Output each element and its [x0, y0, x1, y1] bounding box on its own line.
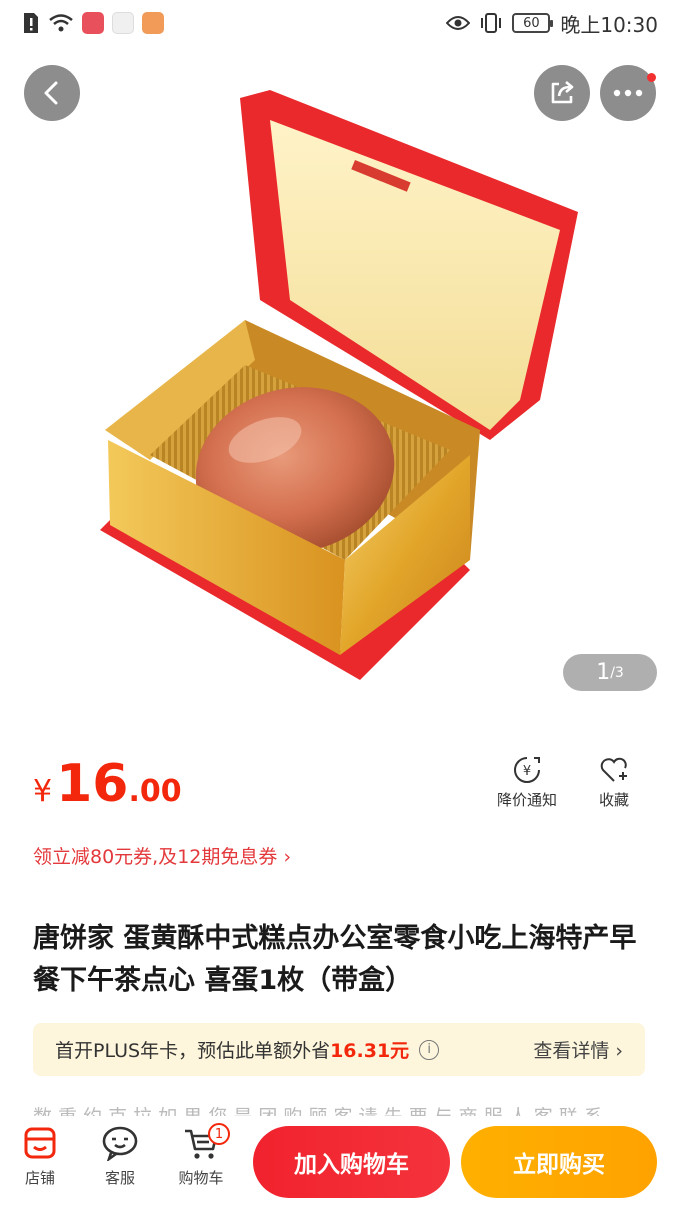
cart-count-badge: 1 [208, 1123, 230, 1145]
price-drop-label: 降价通知 [496, 791, 557, 809]
price: ¥ 16 .00 [33, 754, 182, 814]
info-icon[interactable]: i [419, 1039, 440, 1060]
notification-dot [647, 73, 656, 82]
store-label: 店铺 [24, 1169, 55, 1187]
add-to-cart-button[interactable]: 加入购物车 [253, 1126, 450, 1198]
clock: 晚上10:30 [560, 12, 658, 37]
partially-visible-text: 数 重 约 克 拉 如 果 您 是 团 购 顾 客 请 先 要 与 商 服 人 … [33, 1102, 653, 1116]
chevron-left-icon [44, 81, 58, 105]
cart-tab[interactable]: 1 购物车 [166, 1123, 236, 1188]
customer-service-tab[interactable]: 客服 [85, 1125, 155, 1188]
currency-symbol: ¥ [33, 774, 53, 809]
price-integer: 16 [56, 754, 129, 814]
plus-detail-link[interactable]: 查看详情 › [533, 1036, 623, 1063]
plus-savings-amount: 16.31元 [330, 1040, 410, 1062]
pager-current: 1 [596, 660, 611, 685]
chat-face-icon [102, 1126, 138, 1161]
plus-prefix: 首开PLUS年卡，预估此单额外省 [55, 1040, 331, 1062]
coupon-arrow: › [283, 846, 292, 868]
store-icon [24, 1127, 56, 1159]
back-button[interactable] [24, 65, 80, 121]
plus-membership-banner[interactable]: 首开PLUS年卡，预估此单额外省 16.31元 i 查看详情 › [33, 1023, 645, 1076]
share-button[interactable] [534, 65, 590, 121]
status-bar: 60 晚上10:30 [0, 0, 680, 46]
vibrate-icon [481, 13, 502, 33]
wifi-icon [49, 14, 73, 32]
product-image-gallery[interactable]: 1/3 [0, 0, 680, 720]
price-decimal: .00 [128, 774, 182, 809]
coupon-link[interactable]: 领立减80元券,及12期免息券 › [33, 842, 291, 869]
image-pager: 1/3 [563, 654, 657, 691]
pager-total: /3 [610, 664, 624, 681]
eye-icon [446, 16, 471, 30]
sim-alert-icon [24, 13, 38, 33]
coupon-text: 领立减80元券,及12期免息券 [33, 846, 278, 868]
cart-label: 购物车 [178, 1169, 224, 1187]
heart-plus-icon [600, 757, 627, 782]
price-drop-icon: ¥ [514, 757, 540, 783]
app-map-icon [112, 12, 134, 34]
share-icon [551, 81, 574, 104]
store-tab[interactable]: 店铺 [5, 1125, 75, 1188]
service-label: 客服 [104, 1169, 135, 1187]
more-dots-icon [613, 89, 643, 97]
app-heart-icon [142, 12, 164, 34]
price-drop-notify-button[interactable]: ¥ 降价通知 [487, 755, 567, 810]
more-options-button[interactable] [600, 65, 656, 121]
battery-indicator: 60 [512, 13, 554, 33]
app-book-icon [82, 12, 104, 34]
buy-now-button[interactable]: 立即购买 [461, 1126, 657, 1198]
favorite-label: 收藏 [598, 791, 629, 809]
favorite-button[interactable]: 收藏 [574, 755, 654, 810]
svg-text:¥: ¥ [523, 764, 531, 779]
product-title: 唐饼家 蛋黄酥中式糕点办公室零食小吃上海特产早餐下午茶点心 喜蛋1枚（带盒） [33, 923, 637, 996]
